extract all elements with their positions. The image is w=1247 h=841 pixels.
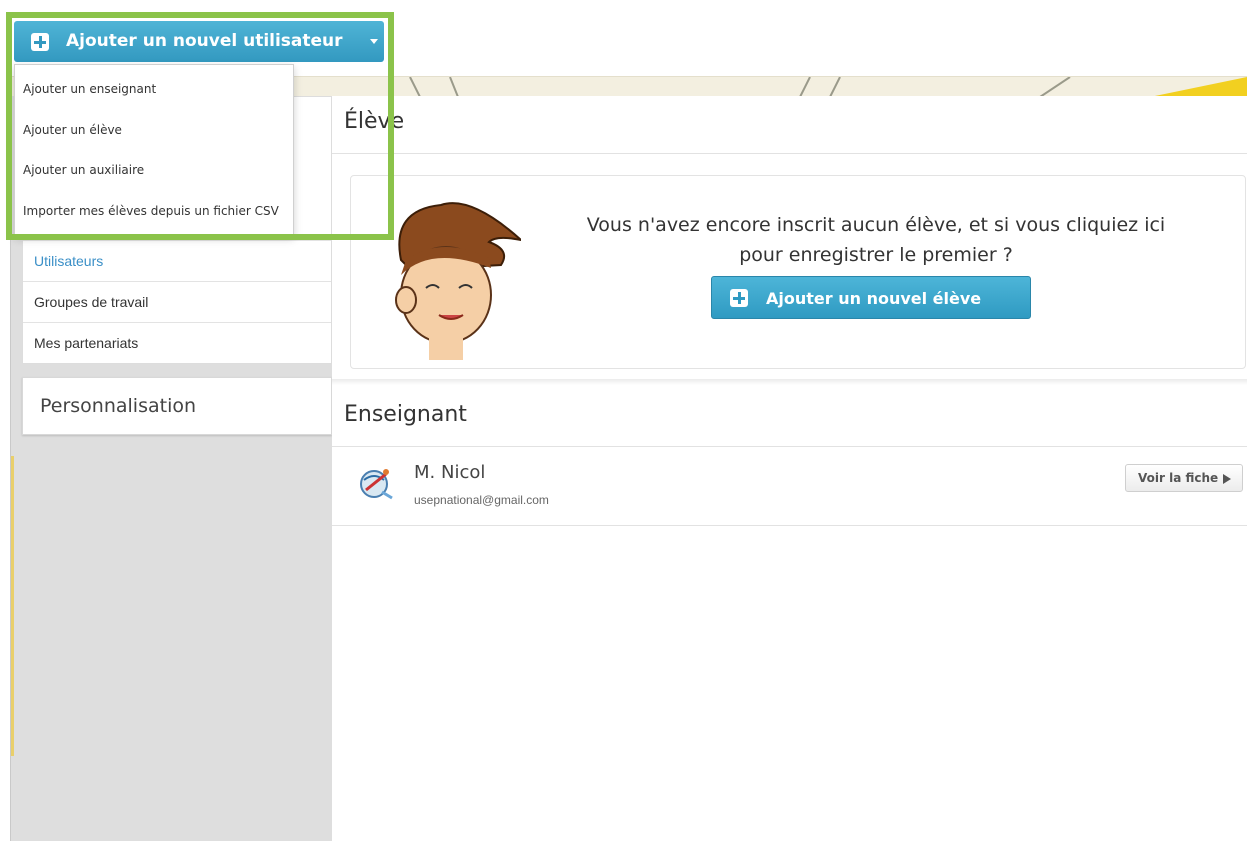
play-arrow-icon [1223,474,1231,484]
customization-label: Personnalisation [40,395,197,417]
sidebar-item-utilisateurs[interactable]: Utilisateurs [23,240,331,281]
teacher-row: M. Nicol usepnational@gmail.com Voir la … [332,448,1247,526]
plus-icon [730,289,748,307]
teacher-name: M. Nicol [414,462,486,483]
student-section-title: Élève [344,109,405,134]
view-profile-label: Voir la fiche [1138,471,1219,485]
caret-down-icon [370,39,378,44]
boy-mascot-icon [395,202,521,360]
student-section-header: Élève [332,96,1247,154]
teacher-section-title: Enseignant [344,402,467,427]
teacher-avatar [360,469,393,500]
plus-icon [31,33,49,51]
view-profile-button[interactable]: Voir la fiche [1125,464,1243,492]
empty-message-line-1: Vous n'avez encore inscrit aucun élève, … [586,214,1166,236]
add-user-menu: Ajouter un enseignant Ajouter un élève A… [14,64,294,236]
teacher-email: usepnational@gmail.com [414,493,549,507]
add-user-label: Ajouter un nouvel utilisateur [66,31,343,51]
empty-students-panel: Vous n'avez encore inscrit aucun élève, … [350,175,1246,369]
menu-item-add-assistant[interactable]: Ajouter un auxiliaire [23,163,144,177]
add-student-button[interactable]: Ajouter un nouvel élève [711,276,1031,319]
menu-item-add-student[interactable]: Ajouter un élève [23,123,122,137]
sidebar-item-groupes[interactable]: Groupes de travail [23,281,331,322]
teacher-section-header: Enseignant [332,389,1247,447]
sidebar-item-partenariats[interactable]: Mes partenariats [23,322,331,363]
add-student-label: Ajouter un nouvel élève [766,289,982,308]
left-edge-strip [11,456,14,756]
main-content: Élève Vous n'avez encore inscrit aucun é… [332,96,1247,841]
customization-panel[interactable]: Personnalisation [22,377,332,435]
empty-students-message: Vous n'avez encore inscrit aucun élève, … [526,210,1226,270]
add-user-dropdown-button[interactable]: Ajouter un nouvel utilisateur [14,21,384,62]
empty-message-line-2: pour enregistrer le premier ? [739,244,1013,266]
section-divider [332,379,1247,385]
menu-item-import-csv[interactable]: Importer mes élèves depuis un fichier CS… [23,204,279,218]
menu-item-add-teacher[interactable]: Ajouter un enseignant [23,82,156,96]
